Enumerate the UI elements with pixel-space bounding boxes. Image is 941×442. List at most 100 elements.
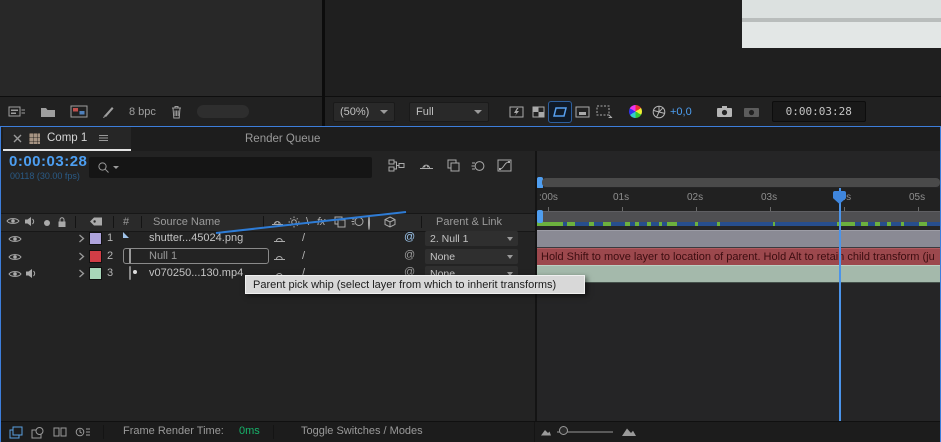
layer-number: 1 (107, 232, 114, 244)
layer-name[interactable]: v070250...130.mp4 (149, 267, 243, 279)
quality-switch[interactable]: / (302, 232, 305, 244)
interpret-footage-icon[interactable] (8, 105, 26, 118)
layer-bar-3[interactable] (537, 265, 940, 283)
time-ruler[interactable]: :00s 01s 02s 03s 04s 05s (537, 188, 940, 212)
composition-panel: (50%) Full +0,0 0:00:03:28 (325, 0, 941, 126)
search-options-chevron-icon[interactable] (113, 166, 119, 169)
timeline-body: 0:00:03:28 00118 (30.00 fps) # Source Na… (1, 151, 940, 440)
exposure-icon[interactable] (652, 105, 666, 119)
composition-viewport-image[interactable] (742, 0, 941, 48)
tab-render-queue-label: Render Queue (245, 133, 321, 145)
search-input[interactable] (89, 157, 372, 178)
project-settings-icon[interactable] (102, 105, 115, 119)
magnification-dropdown[interactable]: (50%) (333, 101, 395, 122)
audio-column-speaker-icon[interactable] (24, 216, 36, 227)
time-navigator-bar[interactable] (542, 178, 940, 187)
eye-icon[interactable] (8, 252, 22, 262)
ruler-label: 01s (613, 192, 630, 203)
3d-layer-column-icon[interactable] (384, 216, 396, 228)
region-of-interest-icon[interactable] (571, 102, 593, 122)
parent-link-column-header[interactable]: Parent & Link (436, 216, 502, 228)
shy-toggle-icon[interactable] (419, 159, 434, 171)
speaker-icon[interactable] (25, 268, 37, 279)
layer-bar-2[interactable]: Hold Shift to move layer to location of … (537, 248, 940, 266)
close-icon[interactable] (13, 134, 22, 143)
label-column-tag-icon[interactable] (89, 216, 103, 227)
label-swatch[interactable] (89, 250, 102, 263)
graph-editor-icon[interactable] (497, 159, 512, 172)
layer-name[interactable]: Null 1 (149, 250, 177, 262)
parent-dropdown[interactable]: None (425, 249, 518, 264)
source-name-column-header[interactable]: Source Name (153, 216, 220, 228)
frame-render-time-label: Frame Render Time: (123, 425, 224, 437)
timeline-zoom-slider-knob[interactable] (559, 426, 568, 435)
parent-dropdown[interactable]: 2. Null 1 (425, 231, 518, 246)
frame-counter: 00118 (30.00 fps) (10, 171, 80, 181)
label-swatch[interactable] (89, 267, 102, 280)
show-channel-icon[interactable] (629, 105, 642, 118)
tab-render-queue[interactable]: Render Queue (245, 127, 320, 151)
in-out-pane-icon[interactable] (53, 426, 67, 438)
trash-icon[interactable] (170, 105, 183, 119)
layer-row-2[interactable]: 2 Null 1 / @ None (1, 248, 535, 265)
tooltip: Parent pick whip (select layer from whic… (245, 275, 585, 294)
lock-column-icon[interactable] (57, 216, 67, 228)
solo-column-icon[interactable] (43, 219, 51, 227)
eye-icon[interactable] (8, 269, 22, 279)
transfer-controls-pane-icon[interactable] (31, 426, 45, 439)
color-depth-button[interactable]: 8 bpc (129, 106, 156, 118)
label-swatch[interactable] (89, 232, 102, 245)
frame-blending-icon[interactable] (447, 159, 460, 172)
tab-comp-label: Comp 1 (47, 132, 88, 144)
shy-switch-icon[interactable] (273, 233, 286, 244)
search-icon (97, 161, 110, 174)
adjustment-layer-column-icon[interactable] (368, 216, 370, 230)
layer-switches-pane-icon[interactable] (9, 426, 23, 439)
chevron-right-icon[interactable] (78, 269, 85, 278)
motion-blur-column-icon[interactable] (351, 216, 364, 227)
ruler-label: 05s (909, 192, 926, 203)
show-snapshot-icon[interactable] (743, 105, 760, 118)
layer-name[interactable]: shutter...45024.png (149, 232, 243, 244)
chevron-right-icon[interactable] (78, 252, 85, 261)
eye-icon[interactable] (8, 234, 22, 244)
mini-flowchart-icon[interactable] (388, 159, 405, 172)
work-area-start-handle[interactable] (537, 210, 543, 223)
layer-row-1[interactable]: 1 shutter...45024.png / @ 2. Null 1 (1, 230, 535, 247)
new-folder-icon[interactable] (40, 106, 56, 118)
layer-bar-1[interactable] (537, 230, 940, 248)
transparency-grid-icon[interactable] (527, 102, 549, 122)
fx-column-icon[interactable]: fx (317, 216, 326, 228)
quality-column-icon[interactable]: \ (306, 216, 309, 228)
toggle-switches-modes-button[interactable]: Toggle Switches / Modes (301, 425, 423, 437)
grid-guides-icon[interactable] (593, 102, 615, 122)
parent-pick-whip-icon[interactable]: @ (404, 231, 415, 243)
resolution-dropdown[interactable]: Full (409, 101, 489, 122)
mask-visibility-icon[interactable] (548, 100, 572, 123)
number-column-header[interactable]: # (123, 216, 129, 228)
pick-whip-info-banner: Hold Shift to move layer to location of … (541, 251, 935, 263)
zoom-out-mountain-icon[interactable] (540, 428, 552, 436)
playhead-line[interactable] (839, 188, 841, 440)
zoom-in-mountain-icon[interactable] (621, 426, 637, 437)
snapshot-camera-icon[interactable] (716, 105, 733, 118)
quality-switch[interactable]: / (302, 250, 305, 262)
video-column-eye-icon[interactable] (6, 216, 20, 226)
parent-pick-whip-icon[interactable]: @ (404, 249, 415, 261)
shy-switch-icon[interactable] (273, 251, 286, 262)
exposure-value[interactable]: +0,0 (670, 106, 692, 118)
current-time-display[interactable]: 0:00:03:28 (9, 153, 87, 170)
new-composition-icon[interactable] (70, 105, 88, 118)
frame-blend-column-icon[interactable] (334, 216, 346, 228)
fast-previews-icon[interactable] (505, 102, 527, 122)
tab-comp-1[interactable]: Comp 1 (3, 127, 131, 151)
timeline-footer: Frame Render Time: 0ms Toggle Switches /… (1, 421, 940, 442)
chevron-right-icon[interactable] (78, 234, 85, 243)
shy-column-icon[interactable] (271, 216, 284, 227)
collapse-transformations-icon[interactable] (288, 216, 300, 228)
viewer-timecode-field[interactable]: 0:00:03:28 (771, 101, 866, 122)
motion-blur-icon[interactable] (471, 160, 485, 172)
render-time-pane-icon[interactable] (75, 426, 91, 438)
video-file-icon (129, 266, 131, 280)
panel-menu-icon[interactable] (98, 134, 109, 142)
